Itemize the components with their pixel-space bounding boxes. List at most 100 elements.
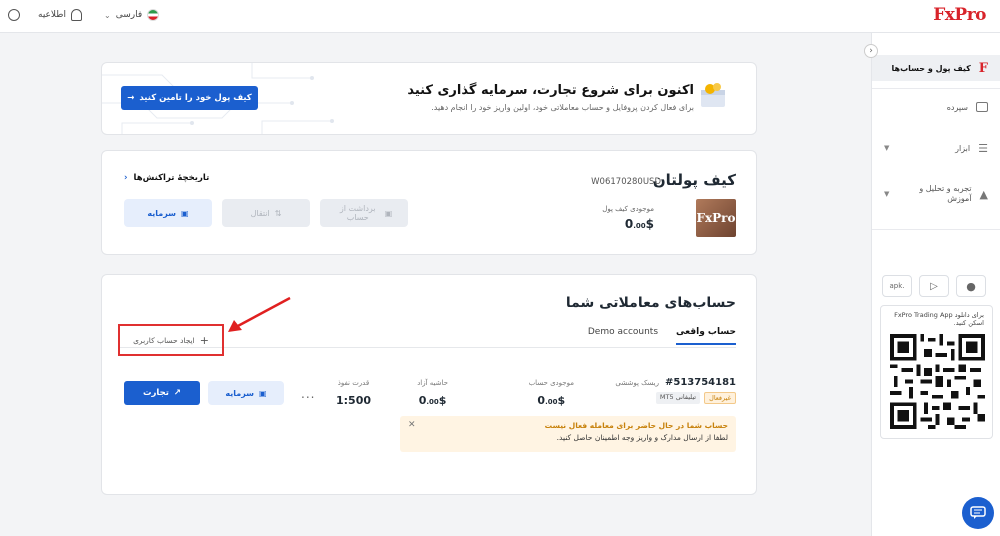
top-bar: FxPro ⌄ فارسی اطلاعیه xyxy=(0,0,1000,33)
withdraw-icon: ▣ xyxy=(384,208,393,218)
deposit-icon: ▣ xyxy=(259,388,267,398)
sidebar-item-tools[interactable]: ☰ ابزار ▼ xyxy=(872,140,1000,156)
inactive-account-notice: حساب شما در حال حاضر برای معامله فعال نی… xyxy=(400,416,736,452)
notice-title: حساب شما در حال حاضر برای معامله فعال نی… xyxy=(544,421,728,430)
account-tabs: حساب واقعی Demo accounts xyxy=(588,327,736,345)
transfer-label: انتقال xyxy=(250,208,270,218)
wallet-card: کیف پولتان W06170280USD FxPro موجودی کیف… xyxy=(101,150,757,255)
chat-icon xyxy=(970,506,986,519)
graduation-cap-icon: ▲ xyxy=(979,187,988,201)
platform-badge: تیلیفانی MT5 xyxy=(655,392,701,404)
plus-icon: + xyxy=(199,333,209,347)
annotation-arrow xyxy=(228,296,291,332)
tab-demo-accounts[interactable]: Demo accounts xyxy=(588,327,658,345)
leverage-value: 1:500 xyxy=(335,394,371,407)
bell-icon xyxy=(70,9,82,21)
account-balance: موجودی حساب 0.00$ xyxy=(529,379,574,407)
wallet-balance-value: 0.00$ xyxy=(624,217,654,231)
withdraw-label: برداشت از حساب xyxy=(339,204,376,222)
qr-caption: برای دانلود FxPro Trading App اسکن کنید. xyxy=(894,311,984,327)
tab-live-accounts[interactable]: حساب واقعی xyxy=(676,327,736,345)
language-selector[interactable]: ⌄ فارسی xyxy=(104,9,160,21)
transfer-button[interactable]: ⇅ انتقال xyxy=(222,199,310,227)
apple-store-button[interactable]: ● xyxy=(956,275,986,297)
notice-body: لطفا از ارسال مدارک و واریز وجه اطمینان … xyxy=(556,433,728,442)
sliders-icon: ☰ xyxy=(978,141,988,155)
trade-label: تجارت xyxy=(142,388,169,398)
status-badge: غیرفعال xyxy=(704,392,736,404)
account-fund-button[interactable]: ▣ سرمایه xyxy=(208,381,284,405)
sidebar-item-label: سپرده xyxy=(946,102,968,112)
notifications-label: اطلاعیه xyxy=(38,10,66,20)
create-account-button[interactable]: + ایجاد حساب کاربری xyxy=(118,324,224,356)
sidebar-divider xyxy=(872,229,1000,230)
free-margin-value: 0.00$ xyxy=(418,394,447,407)
sidebar: F کیف پول و حساب‌ها سپرده ☰ ابزار ▼ ▲ تج… xyxy=(871,33,1000,536)
fxpro-logo[interactable]: FxPro xyxy=(933,5,986,25)
trading-accounts-card: حساب‌های معاملاتی شما حساب واقعی Demo ac… xyxy=(101,274,757,495)
qr-download-box: برای دانلود FxPro Trading App اسکن کنید. xyxy=(880,305,993,439)
close-icon[interactable]: ✕ xyxy=(408,420,416,430)
iran-flag-icon xyxy=(147,9,160,21)
wallet-illustration-icon xyxy=(701,83,725,107)
wallet-logo: FxPro xyxy=(696,199,736,237)
fund-wallet-label: کیف پول خود را تامین کنید xyxy=(139,93,252,103)
withdraw-button[interactable]: ▣ برداشت از حساب xyxy=(320,199,408,227)
sidebar-item-label: ابزار xyxy=(955,143,971,153)
sidebar-item-label: کیف پول و حساب‌ها xyxy=(891,63,971,73)
account-balance-label: موجودی حساب xyxy=(528,379,574,387)
sidebar-item-deposit[interactable]: سپرده xyxy=(872,99,1000,115)
chat-support-button[interactable] xyxy=(962,497,994,529)
deposit-icon: ▣ xyxy=(181,208,189,218)
transfer-icon: ⇅ xyxy=(274,208,282,218)
sidebar-item-wallet-accounts[interactable]: F کیف پول و حساب‌ها xyxy=(872,55,1000,81)
fxpro-f-icon: F xyxy=(978,60,988,76)
notifications-button[interactable]: اطلاعیه xyxy=(38,9,82,21)
leverage-label: قدرت نفوذ xyxy=(337,379,370,387)
chevron-down-icon: ▼ xyxy=(884,144,890,152)
leverage: قدرت نفوذ 1:500 xyxy=(336,379,371,407)
transaction-history-link[interactable]: تاریخچهٔ تراکنش‌ها ‹ xyxy=(124,173,209,183)
apple-icon: ● xyxy=(966,279,976,293)
account-number-value[interactable]: #513754181 xyxy=(665,377,736,388)
qr-code[interactable] xyxy=(890,334,985,429)
arrow-right-icon: → xyxy=(127,93,135,103)
wallet-title: کیف پولتان xyxy=(652,171,736,189)
free-margin-label: حاشیه آزاد xyxy=(417,379,448,387)
chevron-down-icon: ⌄ xyxy=(104,10,111,20)
wallet-fund-label: سرمایه xyxy=(147,208,177,218)
account-number: #513754181 ریسک پوششی xyxy=(615,377,736,388)
account-balance-value: 0.00$ xyxy=(537,394,566,407)
transaction-history-label: تاریخچهٔ تراکنش‌ها xyxy=(133,173,210,183)
create-account-label: ایجاد حساب کاربری xyxy=(133,335,195,345)
google-play-button[interactable]: ▷ xyxy=(919,275,949,297)
sidebar-item-label: تجربه و تحلیل و آموزش xyxy=(919,184,972,203)
deposit-icon xyxy=(976,102,988,112)
accounts-title: حساب‌های معاملاتی شما xyxy=(565,295,736,311)
banner-subtitle: برای فعال کردن پروفایل و حساب معاملاتی خ… xyxy=(431,103,694,112)
profile-button[interactable] xyxy=(8,9,20,21)
wallet-id: W06170280USD xyxy=(591,177,661,187)
more-options-button[interactable]: ... xyxy=(301,387,315,401)
play-icon: ▷ xyxy=(930,280,938,292)
free-margin: حاشیه آزاد 0.00$ xyxy=(417,379,448,407)
account-badges: غیرفعال تیلیفانی MT5 xyxy=(655,392,736,404)
sidebar-divider xyxy=(872,88,1000,89)
account-type: ریسک پوششی xyxy=(615,379,659,387)
chevron-left-icon: ‹ xyxy=(124,173,128,183)
account-fund-label: سرمایه xyxy=(225,388,255,398)
sidebar-item-education[interactable]: ▲ تجربه و تحلیل و آموزش ▼ xyxy=(872,181,1000,207)
apk-label: apk. xyxy=(889,282,905,290)
language-label: فارسی xyxy=(115,10,143,20)
user-icon xyxy=(8,9,20,21)
deposit-banner: اکنون برای شروع تجارت، سرمایه گذاری کنید… xyxy=(101,62,757,135)
chevron-down-icon: ▼ xyxy=(884,190,890,198)
trend-up-icon: ↗ xyxy=(173,388,182,398)
wallet-fund-button[interactable]: ▣ سرمایه xyxy=(124,199,212,227)
trade-button[interactable]: تجارت ↗ xyxy=(124,381,200,405)
banner-title: اکنون برای شروع تجارت، سرمایه گذاری کنید xyxy=(407,83,694,98)
wallet-balance-label: موجودی کیف پول xyxy=(602,205,654,213)
apk-download-button[interactable]: apk. xyxy=(882,275,912,297)
sidebar-collapse-button[interactable]: › xyxy=(864,44,878,58)
fund-wallet-button[interactable]: → کیف پول خود را تامین کنید xyxy=(121,86,258,110)
